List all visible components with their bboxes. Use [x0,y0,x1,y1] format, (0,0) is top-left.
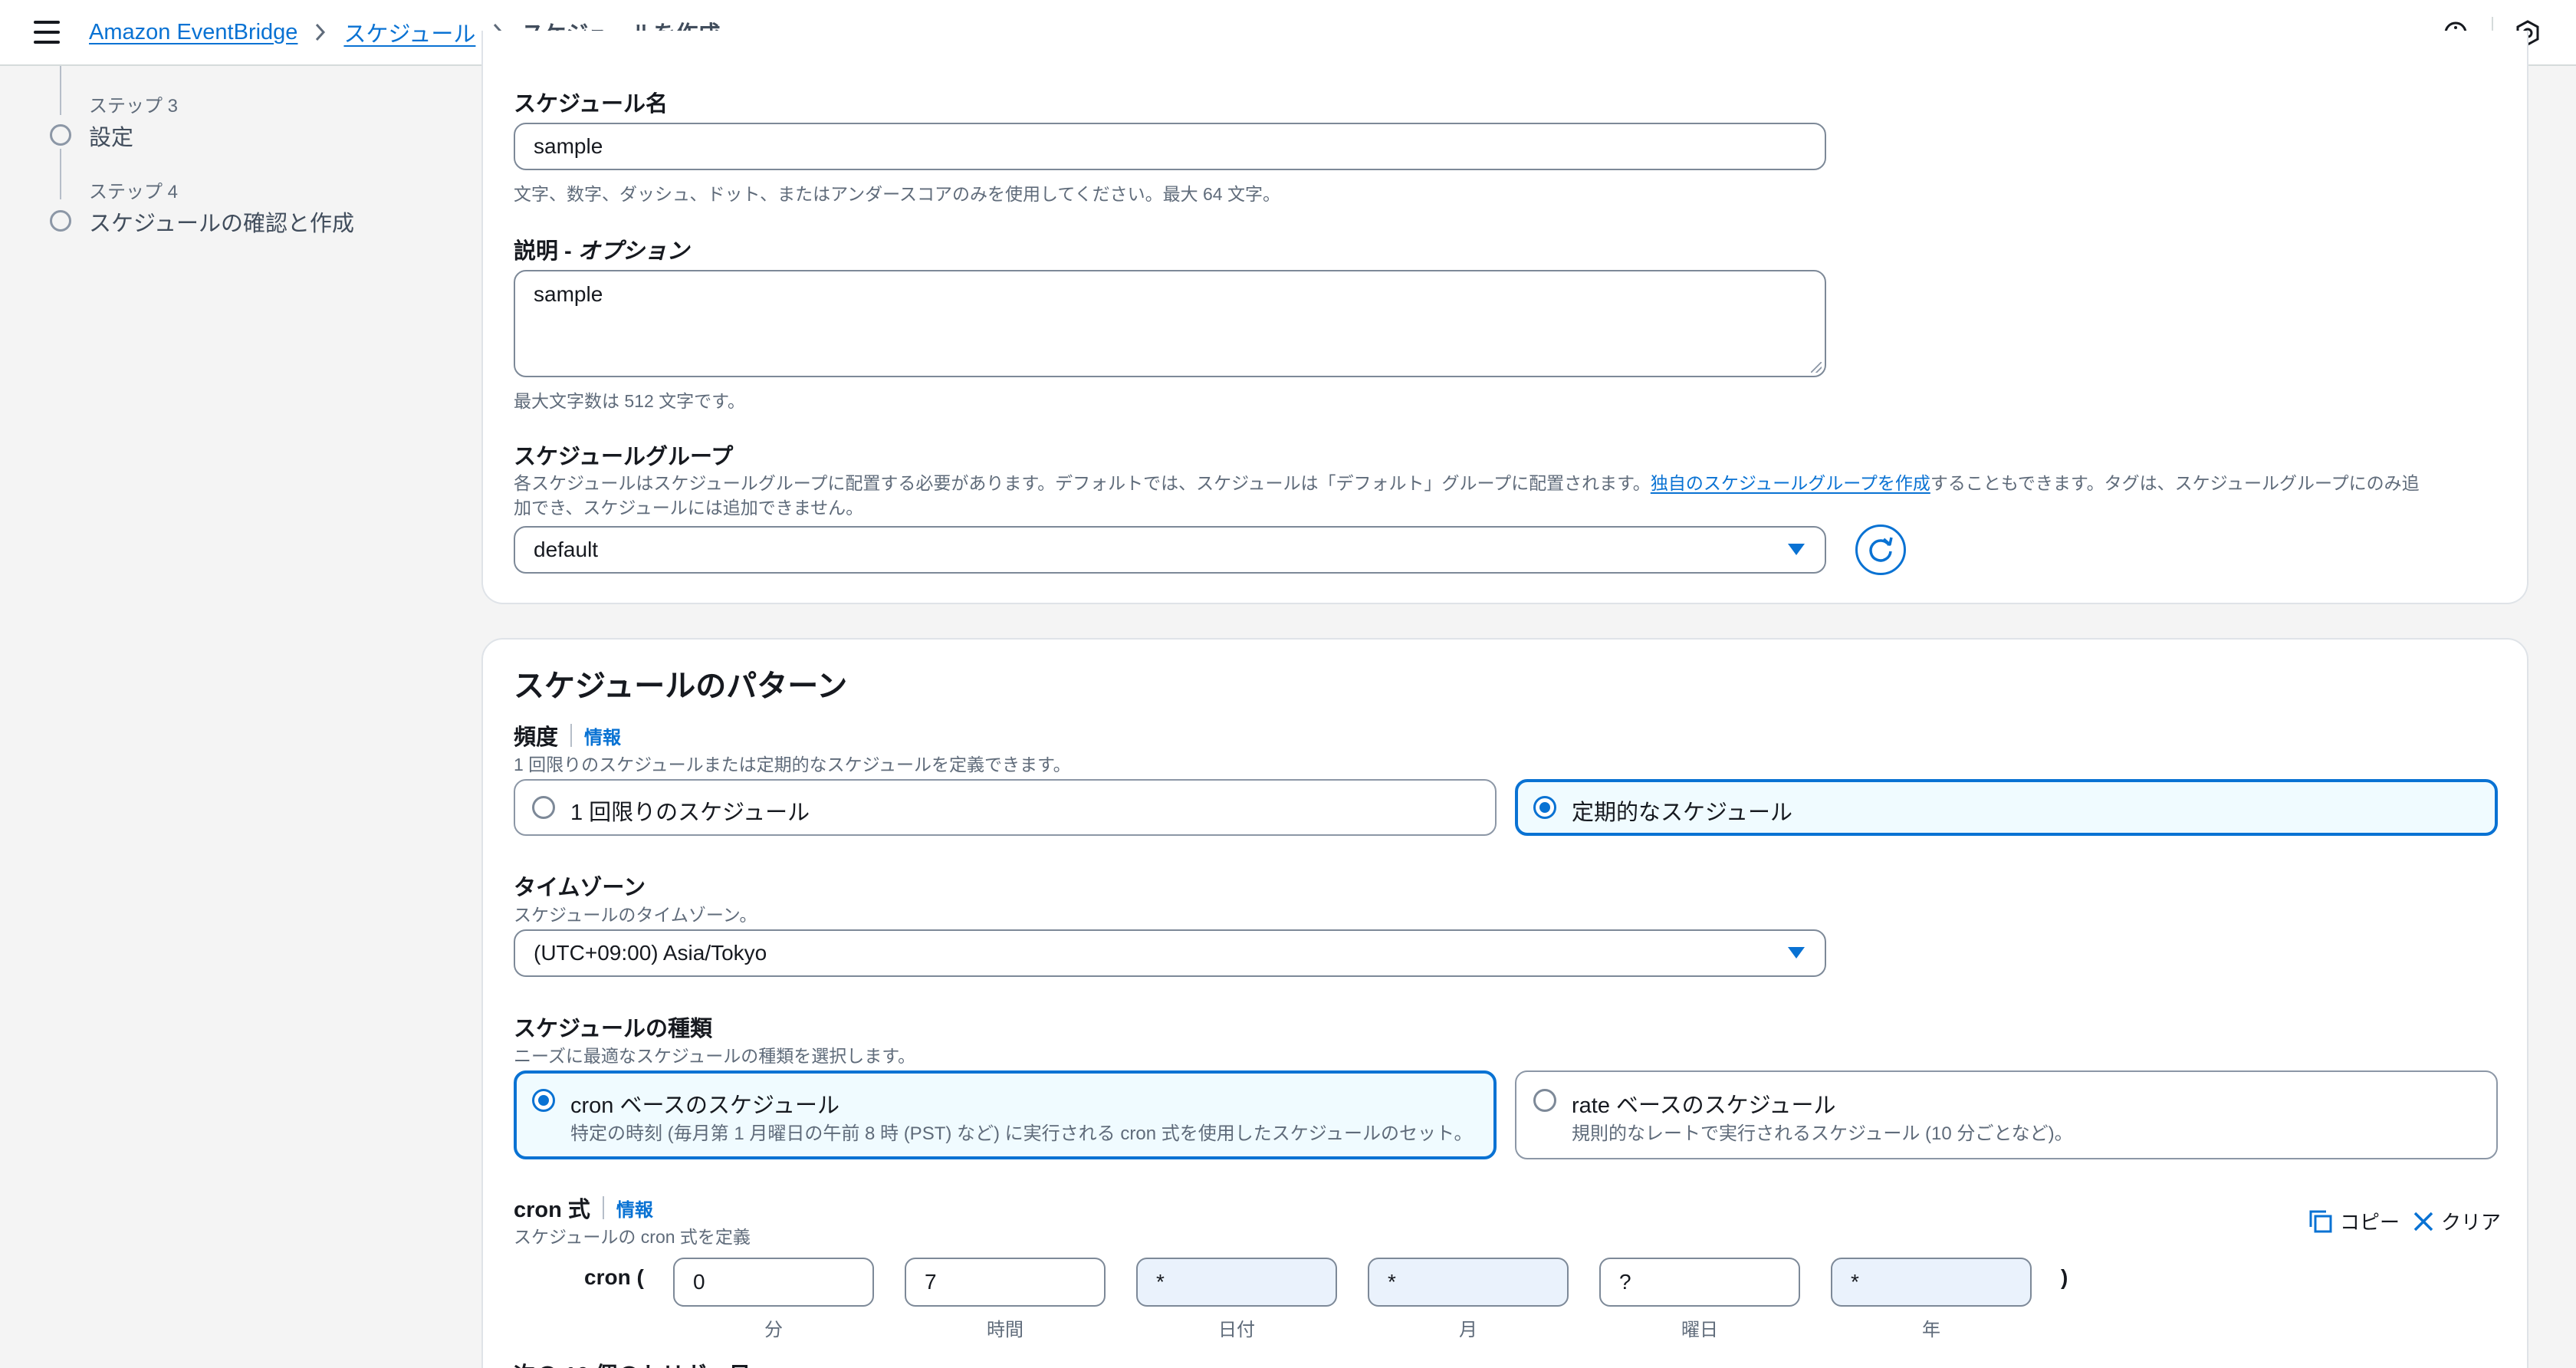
cron-year-value: * [1851,1270,1859,1294]
cron-hours-caption: 時間 [987,1320,1024,1340]
step-connector [60,149,61,199]
description-label-optional: オプション [577,239,689,264]
schedule-group-label: スケジュールグループ [514,445,734,469]
cron-day-of-week-caption: 曜日 [1681,1320,1718,1340]
description-value: sample [534,282,603,306]
cron-info-link[interactable]: 情報 [616,1195,653,1222]
cron-month-caption: 月 [1459,1320,1477,1340]
refresh-button[interactable] [1855,525,1906,575]
menu-icon[interactable] [34,21,60,44]
next-triggers-label: 次の 10 個のトリガー日 [514,1357,751,1368]
cron-label-row: cron 式 情報 [514,1192,653,1224]
cron-minutes-caption: 分 [764,1320,783,1340]
recurring-radio[interactable] [1533,796,1556,819]
cron-year-caption: 年 [1922,1320,1940,1340]
group-desc-part2: することもできます。タグは、スケジュールグループにのみ追 [1930,473,2420,493]
cron-close-paren: ) [2061,1265,2068,1289]
schedule-group-value: default [534,538,599,561]
copy-button[interactable]: コピー [2308,1207,2400,1235]
recurring-schedule-option[interactable]: 定期的なスケジュール [1515,779,2498,836]
cron-expression-hint: スケジュールの cron 式を定義 [514,1227,751,1247]
schedule-name-label: スケジュール名 [514,92,668,117]
one-time-label: 1 回限りのスケジュール [570,801,810,825]
close-icon [2413,1212,2433,1231]
cron-month-value: * [1388,1270,1396,1294]
recurring-label: 定期的なスケジュール [1572,801,1792,825]
frequency-hint: 1 回限りのスケジュールまたは定期的なスケジュールを定義できます。 [514,755,1071,774]
cron-schedule-option[interactable]: cron ベースのスケジュール 特定の時刻 (毎月第 1 月曜日の午前 8 時 … [514,1070,1497,1159]
caret-down-icon [1788,544,1805,555]
cron-month-input[interactable]: * [1368,1258,1569,1307]
description-label-main: 説明 - [514,239,578,264]
step-3-label: ステップ 3 [89,96,179,117]
divider [602,1196,604,1219]
chevron-right-icon [314,22,327,42]
step-4-indicator [50,210,71,232]
divider [570,724,573,747]
create-schedule-group-link[interactable]: 独自のスケジュールグループを作成 [1651,473,1930,493]
step-4-label: ステップ 4 [89,182,179,202]
cron-year-input[interactable]: * [1831,1258,2032,1307]
schedule-group-description: 各スケジュールはスケジュールグループに配置する必要があります。デフォルトでは、ス… [514,471,2499,520]
cron-open-paren: cron ( [584,1265,644,1289]
rate-schedule-option[interactable]: rate ベースのスケジュール 規則的なレートで実行されるスケジュール (10 … [1515,1070,2498,1159]
one-time-radio[interactable] [532,796,555,819]
cron-option-description: 特定の時刻 (毎月第 1 月曜日の午前 8 時 (PST) など) に実行される… [570,1123,1473,1144]
schedule-name-value: sample [534,134,603,158]
schedule-name-hint: 文字、数字、ダッシュ、ドット、またはアンダースコアのみを使用してください。最大 … [514,184,1280,204]
frequency-info-link[interactable]: 情報 [584,722,621,749]
step-3-title[interactable]: 設定 [89,120,133,152]
schedule-group-select[interactable]: default [514,526,1826,574]
rate-option-title: rate ベースのスケジュール [1572,1093,1836,1118]
clear-button[interactable]: クリア [2412,1207,2501,1235]
group-desc-part1: 各スケジュールはスケジュールグループに配置する必要があります。デフォルトでは、ス… [514,473,1651,493]
rate-option-description: 規則的なレートで実行されるスケジュール (10 分ごとなど)。 [1572,1123,2073,1144]
timezone-value: (UTC+09:00) Asia/Tokyo [534,941,767,965]
schedule-name-input[interactable]: sample [514,123,1826,170]
refresh-icon [1869,537,1893,562]
cron-day-of-month-input[interactable]: * [1136,1258,1337,1307]
cron-minutes-value: 0 [693,1270,705,1294]
description-label: 説明 - オプション [514,233,689,265]
cron-hours-value: 7 [925,1270,937,1294]
cron-minutes-input[interactable]: 0 [673,1258,874,1307]
cron-day-of-week-value: ? [1619,1270,1631,1294]
schedule-pattern-heading: スケジュールのパターン [514,669,848,703]
frequency-label: 頻度 [514,725,559,750]
cron-radio[interactable] [532,1089,555,1112]
frequency-label-row: 頻度 情報 [514,719,621,751]
caret-down-icon [1788,947,1805,959]
one-time-schedule-option[interactable]: 1 回限りのスケジュール [514,779,1497,836]
cron-day-of-week-input[interactable]: ? [1599,1258,1800,1307]
timezone-hint: スケジュールのタイムゾーン。 [514,905,757,925]
timezone-label: タイムゾーン [514,876,646,900]
cron-hours-input[interactable]: 7 [905,1258,1106,1307]
group-desc-part3: 加でき、スケジュールには追加できません。 [514,498,864,518]
step-connector [60,66,61,115]
clear-label: クリア [2441,1211,2502,1234]
cron-day-of-month-caption: 日付 [1218,1320,1255,1340]
breadcrumb-schedules[interactable]: スケジュール [343,16,475,48]
schedule-type-hint: ニーズに最適なスケジュールの種類を選択します。 [514,1046,915,1066]
cron-expression-label: cron 式 [514,1198,590,1222]
cron-option-title: cron ベースのスケジュール [570,1093,840,1118]
cron-day-of-month-value: * [1156,1270,1165,1294]
breadcrumb-eventbridge[interactable]: Amazon EventBridge [89,20,297,45]
copy-label: コピー [2340,1211,2400,1234]
step-4-title[interactable]: スケジュールの確認と作成 [89,206,354,238]
rate-radio[interactable] [1533,1089,1556,1112]
description-hint: 最大文字数は 512 文字です。 [514,391,745,411]
schedule-type-label: スケジュールの種類 [514,1017,712,1041]
timezone-select[interactable]: (UTC+09:00) Asia/Tokyo [514,929,1826,977]
copy-icon [2309,1210,2332,1232]
step-3-indicator [50,124,71,146]
description-textarea[interactable]: sample [514,270,1826,377]
resize-handle-icon[interactable] [1811,362,1822,373]
